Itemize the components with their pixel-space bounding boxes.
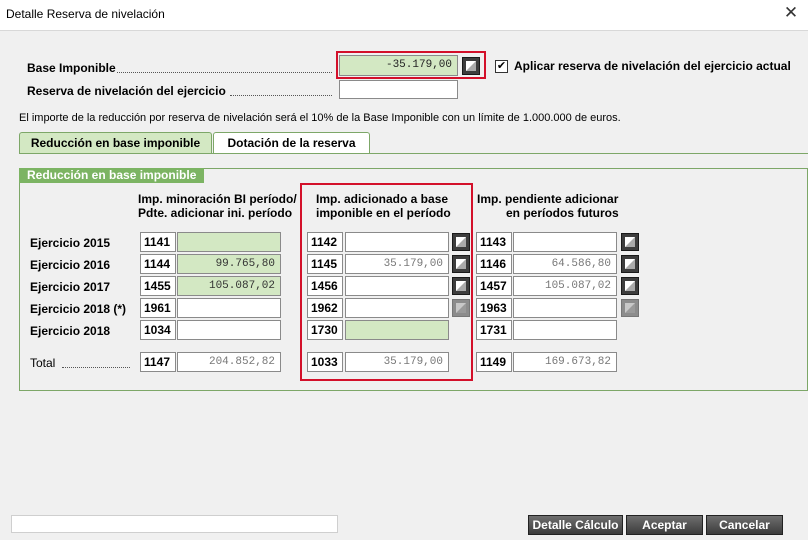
reserva-ejercicio-label: Reserva de nivelación del ejercicio <box>27 84 226 98</box>
calculator-icon[interactable] <box>621 255 639 273</box>
row-code: 1034 <box>140 320 176 340</box>
total-code: 1149 <box>476 352 512 372</box>
detalle-calculo-button[interactable]: Detalle Cálculo <box>528 515 623 535</box>
group-title: Reducción en base imponible <box>19 168 205 183</box>
calculator-icon[interactable] <box>621 233 639 251</box>
total-label: Total <box>30 356 56 370</box>
row-label: Ejercicio 2016 <box>30 258 111 272</box>
row-value-col1[interactable] <box>177 232 281 252</box>
row-code: 1963 <box>476 298 512 318</box>
row-code: 1731 <box>476 320 512 340</box>
base-imponible-label: Base Imponible <box>27 61 116 75</box>
row-code: 1961 <box>140 298 176 318</box>
row-label: Ejercicio 2015 <box>30 236 111 250</box>
col1-header-line1: Imp. minoración BI período/ <box>138 192 297 206</box>
cancelar-button[interactable]: Cancelar <box>706 515 783 535</box>
row-value-col1[interactable]: 99.765,80 <box>177 254 281 274</box>
info-text: El importe de la reducción por reserva d… <box>19 112 621 124</box>
window-title: Detalle Reserva de nivelación <box>6 7 165 21</box>
row-code: 1141 <box>140 232 176 252</box>
aplicar-reserva-label: Aplicar reserva de nivelación del ejerci… <box>514 59 791 73</box>
col3-header-line1: Imp. pendiente adicionar <box>477 192 619 206</box>
aceptar-button[interactable]: Aceptar <box>626 515 703 535</box>
reserva-ejercicio-field[interactable] <box>339 80 458 99</box>
dotted-leader <box>230 95 332 96</box>
tab-reduccion[interactable]: Reducción en base imponible <box>19 132 212 153</box>
col1-header-line2: Pdte. adicionar ini. período <box>138 206 293 220</box>
aplicar-reserva-checkbox[interactable]: ✔ <box>495 60 508 73</box>
row-value-col1[interactable] <box>177 298 281 318</box>
tab-underline <box>19 153 808 154</box>
calculator-icon <box>621 299 639 317</box>
close-icon[interactable]: ✕ <box>781 3 801 23</box>
row-value-col1[interactable] <box>177 320 281 340</box>
status-field <box>11 515 338 533</box>
dotted-leader <box>62 367 130 368</box>
row-code: 1143 <box>476 232 512 252</box>
total-code: 1147 <box>140 352 176 372</box>
row-value-col3[interactable] <box>513 320 617 340</box>
row-label: Ejercicio 2018 (*) <box>30 302 127 316</box>
row-code: 1144 <box>140 254 176 274</box>
row-code: 1455 <box>140 276 176 296</box>
row-label: Ejercicio 2018 <box>30 324 111 338</box>
row-code: 1457 <box>476 276 512 296</box>
row-value-col3[interactable]: 64.586,80 <box>513 254 617 274</box>
row-value-col3[interactable]: 105.087,02 <box>513 276 617 296</box>
highlight-col2 <box>300 183 473 381</box>
col3-header-line2: en períodos futuros <box>506 206 619 220</box>
dotted-leader <box>117 72 332 73</box>
row-value-col3[interactable] <box>513 298 617 318</box>
total-value-col1: 204.852,82 <box>177 352 281 372</box>
row-label: Ejercicio 2017 <box>30 280 111 294</box>
total-value-col3: 169.673,82 <box>513 352 617 372</box>
highlight-base-imponible <box>336 51 486 79</box>
row-code: 1146 <box>476 254 512 274</box>
row-value-col1[interactable]: 105.087,02 <box>177 276 281 296</box>
calculator-icon[interactable] <box>621 277 639 295</box>
tab-dotacion[interactable]: Dotación de la reserva <box>213 132 370 153</box>
row-value-col3[interactable] <box>513 232 617 252</box>
